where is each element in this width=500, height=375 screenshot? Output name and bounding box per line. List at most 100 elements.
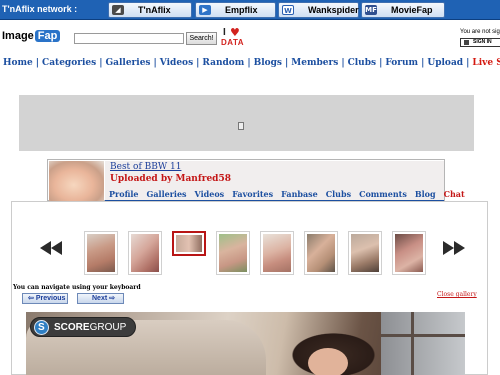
gallery-uploader[interactable]: Uploaded by Manfred58 [110, 174, 231, 184]
tab-comments[interactable]: Comments [359, 189, 407, 199]
thumbnail-image [263, 234, 291, 272]
previous-arrows-icon[interactable] [40, 240, 64, 256]
thumbnail-image [395, 234, 423, 272]
next-arrows-icon[interactable] [441, 240, 465, 256]
nav-galleries[interactable]: Galleries [105, 58, 150, 68]
tab-fanbase[interactable]: Fanbase [281, 189, 318, 199]
thumbnail-8[interactable] [392, 231, 426, 275]
thumbnail-image [87, 234, 115, 272]
gallery-title[interactable]: Best of BBW 11 [110, 162, 181, 172]
nav-separator: | [35, 58, 40, 68]
tab-favorites[interactable]: Favorites [232, 189, 273, 199]
i-love-data-badge[interactable]: I ♥ DATA [219, 27, 249, 49]
signin-note: You are not sig [460, 29, 500, 35]
nav-videos[interactable]: Videos [160, 58, 193, 68]
scoregroup-logo-letter: S [38, 322, 45, 333]
tab-blog[interactable]: Blog [415, 189, 436, 199]
scoregroup-watermark: S SCOREGROUP [30, 317, 136, 337]
next-label: Next [92, 295, 108, 302]
nav-home[interactable]: Home [3, 58, 33, 68]
broken-image-icon [238, 122, 244, 130]
nav-separator: | [284, 58, 289, 68]
nav-random[interactable]: Random [202, 58, 244, 68]
gallery-header: Best of BBW 11 Uploaded by Manfred58 Pro… [47, 159, 465, 201]
image-window-bar [381, 334, 465, 337]
network-link-empflix[interactable]: ▶ Empflix [195, 2, 276, 18]
nav-live-sex[interactable]: Live Sex [472, 58, 500, 68]
thumbnail-image [176, 235, 202, 252]
signin-label: SIGN IN [473, 39, 492, 45]
ad-placeholder[interactable] [19, 95, 474, 151]
nav-separator: | [379, 58, 383, 68]
uploader-avatar[interactable] [49, 161, 104, 201]
network-link-label: MovieFap [391, 5, 433, 15]
network-link-label: Wankspider [308, 5, 359, 15]
nav-separator: | [341, 58, 345, 68]
network-label: T'nAflix network : [2, 4, 78, 14]
main-nav: Home | Categories | Galleries | Videos | Random |… [3, 58, 500, 72]
image-window-bar [411, 312, 414, 375]
previous-label: Previous [35, 295, 66, 302]
thumbnail-5[interactable] [260, 231, 294, 275]
thumbnail-4[interactable] [216, 231, 250, 275]
network-link-moviefap[interactable]: MF MovieFap [361, 2, 445, 18]
scoregroup-text-a: SCORE [54, 322, 90, 333]
scoregroup-text-b: GROUP [89, 322, 127, 333]
thumbnail-1[interactable] [84, 231, 118, 275]
thumbnail-image [219, 234, 247, 272]
tab-chat[interactable]: Chat [444, 189, 465, 199]
thumbnail-3-active[interactable] [172, 231, 206, 256]
network-link-wankspider[interactable]: W Wankspider [278, 2, 359, 18]
logo-text-fap: Fap [34, 30, 61, 42]
moviefap-icon: MF [365, 5, 377, 15]
nav-clubs[interactable]: Clubs [348, 58, 377, 68]
previous-button[interactable]: ⇦ Previous [22, 293, 68, 304]
wankspider-icon: W [282, 5, 294, 15]
scoregroup-text: SCOREGROUP [54, 321, 126, 334]
page: T'nAflix network : ◢ T'nAflix ▶ Empflix … [0, 0, 500, 375]
next-button[interactable]: Next ⇨ [77, 293, 124, 304]
site-logo[interactable]: Image Fap [2, 30, 61, 46]
nav-separator: | [153, 58, 157, 68]
nav-separator: | [421, 58, 425, 68]
idata-text: DATA [221, 38, 245, 47]
tab-clubs[interactable]: Clubs [326, 189, 351, 199]
signin-icon [464, 40, 469, 45]
close-gallery-link[interactable]: Close gallery [437, 291, 477, 298]
thumbnail-6[interactable] [304, 231, 338, 275]
search-button[interactable]: Search! [186, 32, 217, 45]
thumbnail-7[interactable] [348, 231, 382, 275]
nav-forum[interactable]: Forum [385, 58, 418, 68]
thumbnail-image [351, 234, 379, 272]
tab-videos[interactable]: Videos [195, 189, 225, 199]
thumbnail-2[interactable] [128, 231, 162, 275]
keyboard-navigation-note: You can navigate using your keyboard [13, 284, 141, 291]
image-face [308, 348, 348, 375]
thumbnail-image [307, 234, 335, 272]
heart-icon: ♥ [230, 26, 240, 39]
search-input[interactable] [74, 33, 184, 44]
nav-categories[interactable]: Categories [42, 58, 96, 68]
nav-blogs[interactable]: Blogs [254, 58, 282, 68]
nav-upload[interactable]: Upload [427, 58, 463, 68]
network-link-tnaflix[interactable]: ◢ T'nAflix [108, 2, 192, 18]
tab-galleries[interactable]: Galleries [147, 189, 187, 199]
nav-members[interactable]: Members [291, 58, 338, 68]
network-link-label: T'nAflix [138, 5, 171, 15]
nav-separator: | [247, 58, 251, 68]
next-arrow-icon: ⇨ [109, 295, 116, 302]
scoregroup-logo-icon: S [34, 320, 49, 335]
tab-profile[interactable]: Profile [109, 189, 139, 199]
logo-text-image: Image [2, 30, 34, 42]
gallery-user-nav: Profile Galleries Videos Favorites Fanbase Cl… [109, 189, 465, 199]
idata-i: I [223, 27, 226, 38]
network-bar: T'nAflix network : ◢ T'nAflix ▶ Empflix … [0, 0, 500, 20]
image-window [381, 312, 465, 375]
previous-arrow-icon: ⇦ [28, 295, 34, 302]
nav-separator: | [466, 58, 470, 68]
empflix-icon: ▶ [199, 5, 211, 15]
thumbnail-image [131, 234, 159, 272]
tnaflix-icon: ◢ [112, 5, 124, 15]
network-link-label: Empflix [225, 5, 258, 15]
signin-button[interactable]: SIGN IN [460, 38, 500, 47]
